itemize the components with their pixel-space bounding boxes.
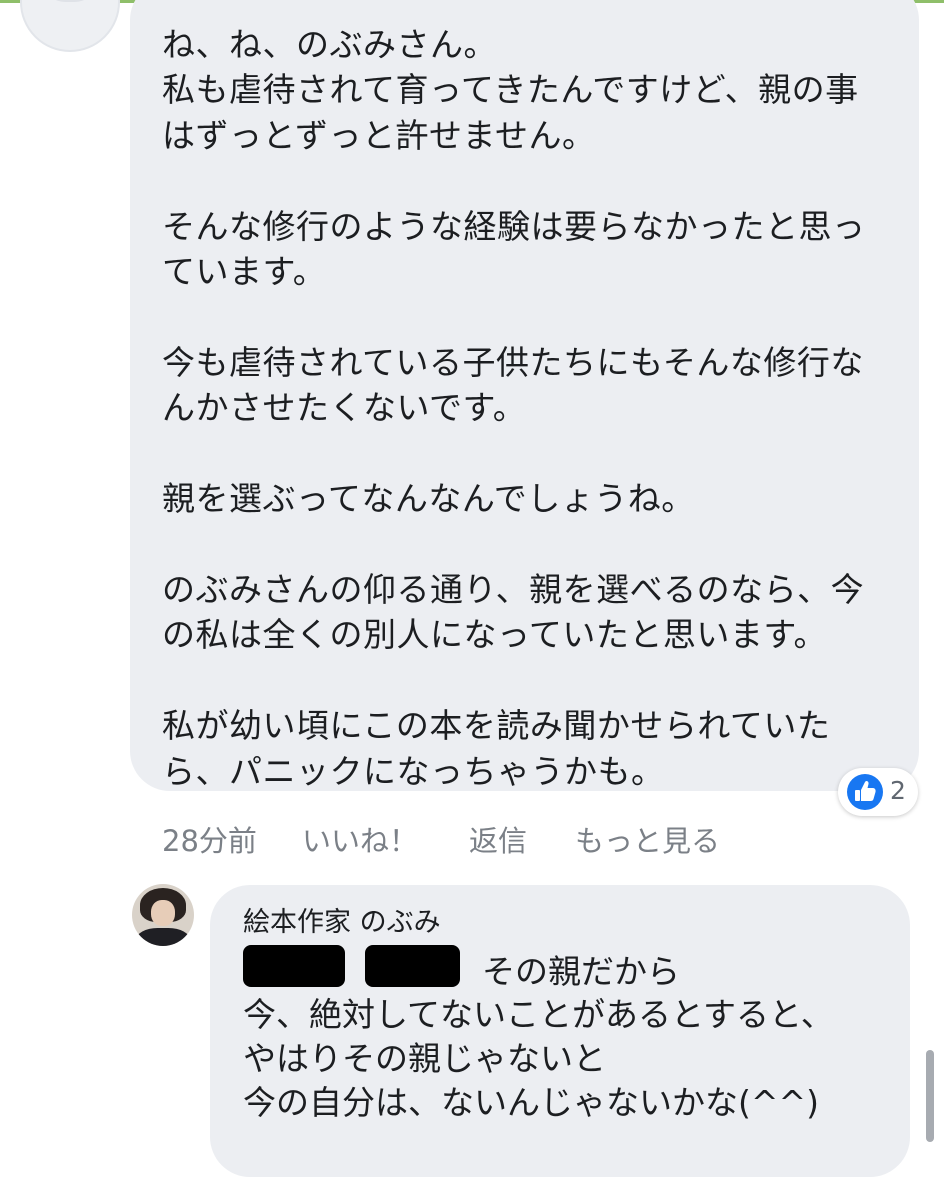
redaction-mark: [243, 945, 345, 987]
default-user-icon: [46, 0, 94, 2]
redaction-mark: [365, 945, 460, 987]
reply-button[interactable]: 返信: [469, 818, 527, 860]
scrollbar[interactable]: [926, 1050, 934, 1142]
avatar-suit: [136, 928, 190, 946]
comment-text: ね、ね、のぶみさん。 私も虐待されて育ってきたんですけど、親の事はずっとずっと許…: [162, 25, 866, 791]
reply-text: 今、絶対してないことがあるとすると、 やはりその親じゃないと 今の自分は、ないん…: [243, 995, 834, 1122]
reply-author-avatar[interactable]: [132, 884, 194, 946]
reaction-summary[interactable]: 2: [838, 768, 918, 816]
comment-timestamp[interactable]: 28分前: [162, 818, 257, 860]
reply-first-line: その親だから: [482, 952, 680, 991]
like-button[interactable]: いいね！: [302, 818, 418, 860]
like-icon: [847, 774, 883, 810]
more-button[interactable]: もっと見る: [575, 818, 720, 860]
reaction-count: 2: [890, 776, 906, 805]
reply-author-name[interactable]: 絵本作家 のぶみ: [243, 900, 441, 939]
avatar-face: [151, 900, 175, 926]
commenter-avatar[interactable]: [20, 0, 120, 52]
